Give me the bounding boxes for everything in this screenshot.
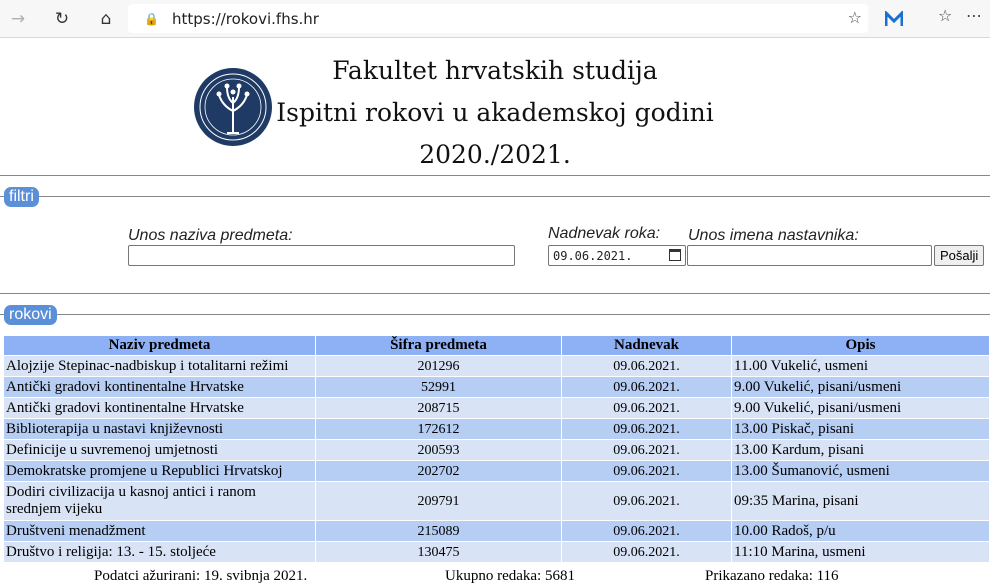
cell-subject: Društveni menadžment xyxy=(3,520,316,542)
favorites-list-icon[interactable]: ☆ xyxy=(938,6,952,25)
cell-code: 130475 xyxy=(315,541,562,563)
cell-date: 09.06.2021. xyxy=(561,418,732,440)
cell-code: 172612 xyxy=(315,418,562,440)
total-rows-text: Ukupno redaka: 5681 xyxy=(445,568,575,584)
page-title: Fakultet hrvatskih studija Ispitni rokov… xyxy=(260,50,730,176)
address-bar[interactable]: 🔒 https://rokovi.fhs.hr ☆ xyxy=(128,4,868,33)
results-legend: rokovi xyxy=(4,305,57,325)
reload-icon[interactable]: ↻ xyxy=(47,4,77,34)
cell-description: 13.00 Šumanović, usmeni xyxy=(731,460,990,482)
cell-description: 9.00 Vukelić, pisani/usmeni xyxy=(731,397,990,419)
cell-subject: Alojzije Stepinac-nadbiskup i totalitarn… xyxy=(3,355,316,377)
extension-m-icon[interactable] xyxy=(885,11,903,27)
more-menu-icon[interactable]: ⋯ xyxy=(966,6,982,25)
lock-icon: 🔒 xyxy=(144,11,159,26)
address-url: https://rokovi.fhs.hr xyxy=(172,9,319,28)
cell-date: 09.06.2021. xyxy=(561,397,732,419)
column-header-date[interactable]: Nadnevak xyxy=(561,335,732,356)
title-line-exams: Ispitni rokovi u akademskoj godini xyxy=(276,98,714,127)
table-header-row: Naziv predmeta Šifra predmeta Nadnevak O… xyxy=(3,335,990,356)
cell-subject: Biblioterapija u nastavi književnosti xyxy=(3,418,316,440)
cell-code: 215089 xyxy=(315,520,562,542)
subject-label: Unos naziva predmeta: xyxy=(128,227,293,244)
page-header: Fakultet hrvatskih studija Ispitni rokov… xyxy=(0,40,990,176)
status-footer: Podatci ažurirani: 19. svibnja 2021. Uku… xyxy=(0,566,990,586)
filters-legend: filtri xyxy=(4,187,39,207)
teacher-label: Unos imena nastavnika: xyxy=(688,227,859,244)
cell-code: 209791 xyxy=(315,481,562,521)
last-updated-text: Podatci ažurirani: 19. svibnja 2021. xyxy=(94,568,308,584)
browser-toolbar: → ↻ ⌂ 🔒 https://rokovi.fhs.hr ☆ ☆ ⋯ xyxy=(0,0,990,38)
cell-date: 09.06.2021. xyxy=(561,520,732,542)
table-row: Dodiri civilizacija u kasnoj antici i ra… xyxy=(3,481,990,521)
column-header-subject[interactable]: Naziv predmeta xyxy=(3,335,316,356)
calendar-icon[interactable] xyxy=(669,249,681,261)
cell-description: 13.00 Kardum, pisani xyxy=(731,439,990,461)
cell-subject: Antički gradovi kontinentalne Hrvatske xyxy=(3,376,316,398)
table-row: Antički gradovi kontinentalne Hrvatske 5… xyxy=(3,376,990,398)
cell-description: 09:35 Marina, pisani xyxy=(731,481,990,521)
cell-subject: Dodiri civilizacija u kasnoj antici i ra… xyxy=(3,481,316,521)
cell-code: 201296 xyxy=(315,355,562,377)
cell-subject: Definicije u suvremenoj umjetnosti xyxy=(3,439,316,461)
back-arrow-icon[interactable]: → xyxy=(3,4,33,34)
table-row: Biblioterapija u nastavi književnosti 17… xyxy=(3,418,990,440)
cell-date: 09.06.2021. xyxy=(561,481,732,521)
table-row: Društvo i religija: 13. - 15. stoljeće 1… xyxy=(3,541,990,563)
table-row: Demokratske promjene u Republici Hrvatsk… xyxy=(3,460,990,482)
table-row: Antički gradovi kontinentalne Hrvatske 2… xyxy=(3,397,990,419)
title-line-year: 2020./2021. xyxy=(419,140,571,169)
shown-rows-text: Prikazano redaka: 116 xyxy=(705,568,839,584)
column-header-code[interactable]: Šifra predmeta xyxy=(315,335,562,356)
cell-code: 202702 xyxy=(315,460,562,482)
cell-description: 11:10 Marina, usmeni xyxy=(731,541,990,563)
home-icon[interactable]: ⌂ xyxy=(91,4,121,34)
cell-date: 09.06.2021. xyxy=(561,541,732,563)
submit-button[interactable]: Pošalji xyxy=(934,245,985,266)
filters-divider xyxy=(0,196,990,197)
favorite-star-icon[interactable]: ☆ xyxy=(848,8,862,27)
cell-code: 52991 xyxy=(315,376,562,398)
table-row: Društveni menadžment 215089 09.06.2021. … xyxy=(3,520,990,542)
results-divider-top xyxy=(0,293,990,294)
cell-code: 208715 xyxy=(315,397,562,419)
cell-date: 09.06.2021. xyxy=(561,460,732,482)
cell-description: 9.00 Vukelić, pisani/usmeni xyxy=(731,376,990,398)
date-label: Nadnevak roka: xyxy=(548,225,661,242)
table-row: Alojzije Stepinac-nadbiskup i totalitarn… xyxy=(3,355,990,377)
cell-subject: Društvo i religija: 13. - 15. stoljeće xyxy=(3,541,316,563)
cell-description: 13.00 Piskač, pisani xyxy=(731,418,990,440)
results-divider xyxy=(0,314,990,315)
title-line-faculty: Fakultet hrvatskih studija xyxy=(332,56,658,85)
cell-subject: Antički gradovi kontinentalne Hrvatske xyxy=(3,397,316,419)
results-table: Naziv predmeta Šifra predmeta Nadnevak O… xyxy=(3,335,990,563)
date-value: 09.06.2021. xyxy=(553,248,633,263)
cell-description: 10.00 Radoš, p/u xyxy=(731,520,990,542)
teacher-input[interactable] xyxy=(687,245,932,266)
cell-date: 09.06.2021. xyxy=(561,439,732,461)
date-input[interactable]: 09.06.2021. xyxy=(548,245,686,266)
cell-description: 11.00 Vukelić, usmeni xyxy=(731,355,990,377)
column-header-description[interactable]: Opis xyxy=(731,335,990,356)
subject-input[interactable] xyxy=(128,245,515,266)
cell-code: 200593 xyxy=(315,439,562,461)
cell-date: 09.06.2021. xyxy=(561,376,732,398)
table-row: Definicije u suvremenoj umjetnosti 20059… xyxy=(3,439,990,461)
cell-date: 09.06.2021. xyxy=(561,355,732,377)
cell-subject: Demokratske promjene u Republici Hrvatsk… xyxy=(3,460,316,482)
